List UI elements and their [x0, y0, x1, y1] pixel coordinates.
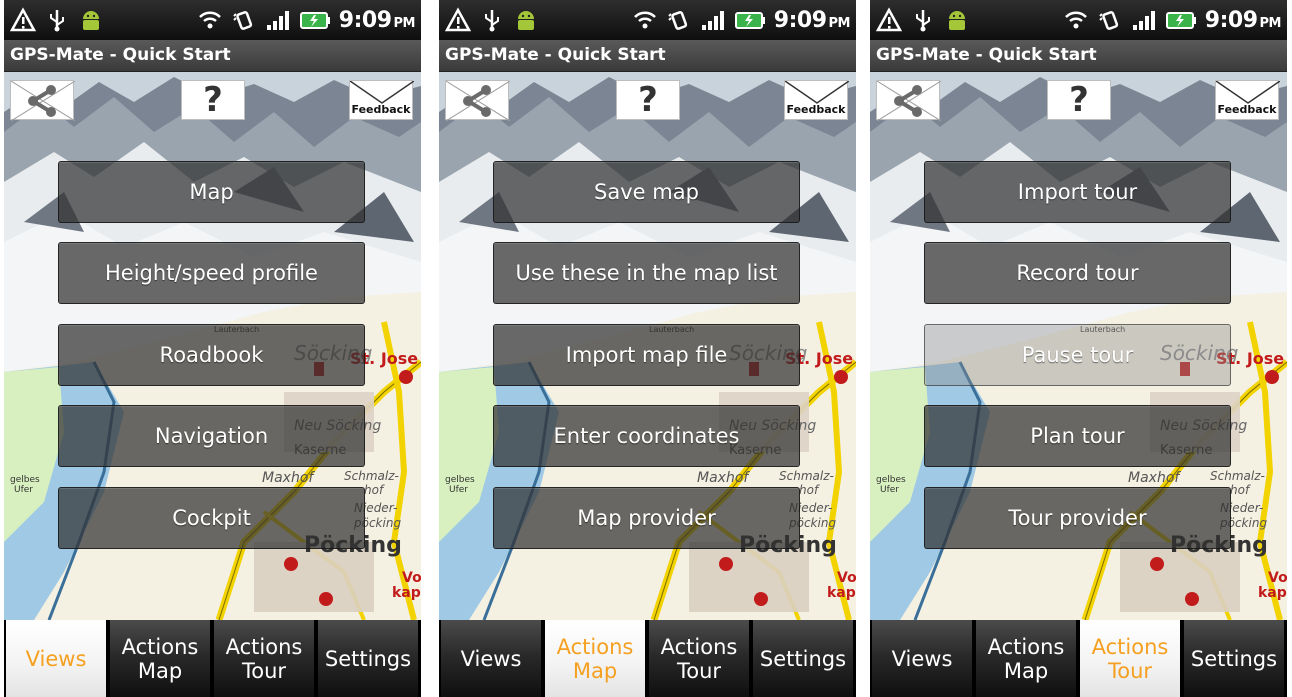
use-in-map-list-button[interactable]: Use these in the map list [493, 242, 800, 304]
tab-actions-tour[interactable]: Actions Tour [648, 620, 750, 697]
tab-actions-tour[interactable]: Actions Tour [1079, 620, 1181, 697]
app-title: GPS-Mate - Quick Start [876, 45, 1097, 65]
tour-provider-button[interactable]: Tour provider [924, 487, 1231, 549]
share-icon [877, 81, 941, 121]
battery-charging-icon [1165, 7, 1197, 33]
tab-views[interactable]: Views [440, 620, 542, 697]
status-bar: 9:09 PM [870, 0, 1287, 40]
wifi-icon [1063, 7, 1089, 33]
map-button[interactable]: Map [58, 161, 365, 223]
usb-icon [910, 7, 936, 33]
tab-settings[interactable]: Settings [752, 620, 854, 697]
warning-icon [10, 7, 36, 33]
help-icon: ? [638, 80, 658, 120]
status-bar: 9:09 PM [4, 0, 421, 40]
height-speed-profile-button[interactable]: Height/speed profile [58, 242, 365, 304]
tab-bar: Views Actions Map Actions Tour Settings [4, 620, 421, 697]
vibrate-icon [1097, 7, 1123, 33]
help-button[interactable]: ? [181, 80, 245, 120]
feedback-button[interactable]: Feedback [349, 80, 413, 120]
map-provider-button[interactable]: Map provider [493, 487, 800, 549]
record-tour-button[interactable]: Record tour [924, 242, 1231, 304]
phone-screen-actions-tour: 9:09 PM GPS-Mate - Quick Start ? Feedback… [870, 0, 1287, 697]
roadbook-button[interactable]: Roadbook [58, 324, 365, 386]
save-map-button[interactable]: Save map [493, 161, 800, 223]
tab-actions-map[interactable]: Actions Map [109, 620, 211, 697]
feedback-button[interactable]: Feedback [1215, 80, 1279, 120]
warning-icon [876, 7, 902, 33]
battery-charging-icon [299, 7, 331, 33]
title-bar: GPS-Mate - Quick Start [4, 40, 421, 72]
tab-bar: Views Actions Map Actions Tour Settings [870, 620, 1287, 697]
vibrate-icon [666, 7, 692, 33]
warning-icon [445, 7, 471, 33]
feedback-label: Feedback [786, 103, 846, 116]
clock: 9:09 PM [1204, 7, 1282, 33]
vibrate-icon [231, 7, 257, 33]
share-icon [11, 81, 75, 121]
status-bar: 9:09 PM [439, 0, 856, 40]
signal-icon [1131, 7, 1157, 33]
cockpit-button[interactable]: Cockpit [58, 487, 365, 549]
share-button[interactable] [876, 80, 940, 120]
battery-charging-icon [734, 7, 766, 33]
help-icon: ? [1069, 80, 1089, 120]
feedback-label: Feedback [1217, 103, 1277, 116]
app-title: GPS-Mate - Quick Start [445, 45, 666, 65]
android-icon [78, 7, 104, 33]
tab-views[interactable]: Views [5, 620, 107, 697]
title-bar: GPS-Mate - Quick Start [439, 40, 856, 72]
feedback-button[interactable]: Feedback [784, 80, 848, 120]
phone-screen-views: 9:09 PM GPS-Mate - Quick Start ? Feedback… [4, 0, 421, 697]
android-icon [944, 7, 970, 33]
tab-actions-tour[interactable]: Actions Tour [213, 620, 315, 697]
enter-coordinates-button[interactable]: Enter coordinates [493, 405, 800, 467]
tab-bar: Views Actions Map Actions Tour Settings [439, 620, 856, 697]
phone-screen-actions-map: 9:09 PM GPS-Mate - Quick Start ? Feedback… [439, 0, 856, 697]
title-bar: GPS-Mate - Quick Start [870, 40, 1287, 72]
tab-actions-map[interactable]: Actions Map [544, 620, 646, 697]
help-icon: ? [203, 80, 223, 120]
share-button[interactable] [10, 80, 74, 120]
signal-icon [265, 7, 291, 33]
feedback-label: Feedback [351, 103, 411, 116]
wifi-icon [632, 7, 658, 33]
signal-icon [700, 7, 726, 33]
tab-settings[interactable]: Settings [1183, 620, 1285, 697]
usb-icon [479, 7, 505, 33]
wifi-icon [197, 7, 223, 33]
plan-tour-button[interactable]: Plan tour [924, 405, 1231, 467]
clock: 9:09 PM [338, 7, 416, 33]
android-icon [513, 7, 539, 33]
import-map-file-button[interactable]: Import map file [493, 324, 800, 386]
app-title: GPS-Mate - Quick Start [10, 45, 231, 65]
import-tour-button[interactable]: Import tour [924, 161, 1231, 223]
share-icon [446, 81, 510, 121]
clock: 9:09 PM [773, 7, 851, 33]
tab-settings[interactable]: Settings [317, 620, 419, 697]
navigation-button[interactable]: Navigation [58, 405, 365, 467]
pause-tour-button[interactable]: Pause tour [924, 324, 1231, 386]
share-button[interactable] [445, 80, 509, 120]
help-button[interactable]: ? [616, 80, 680, 120]
usb-icon [44, 7, 70, 33]
tab-actions-map[interactable]: Actions Map [975, 620, 1077, 697]
tab-views[interactable]: Views [871, 620, 973, 697]
help-button[interactable]: ? [1047, 80, 1111, 120]
